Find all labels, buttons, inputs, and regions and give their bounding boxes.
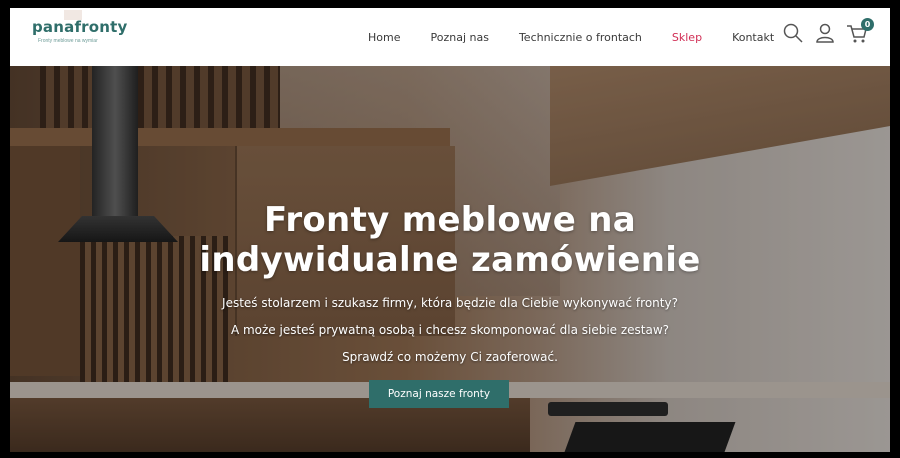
nav-item-home[interactable]: Home (368, 31, 400, 44)
hero-title-line-2: indywidualne zamówienie (199, 240, 701, 280)
logo-tagline: Fronty meblowe na wymiar (38, 38, 98, 44)
site-logo[interactable]: panafronty Fronty meblowe na wymiar (32, 10, 128, 44)
cart-count-badge: 0 (861, 18, 874, 31)
logo-mark (64, 10, 82, 20)
search-icon[interactable] (782, 22, 804, 44)
hero-description: Jesteś stolarzem i szukasz firmy, która … (10, 290, 890, 371)
hero-title-line-1: Fronty meblowe na (263, 200, 637, 240)
logo-text: panafronty (32, 18, 128, 36)
user-icon[interactable] (814, 22, 836, 44)
hero-text-line-1: Jesteś stolarzem i szukasz firmy, która … (222, 296, 678, 310)
hero-banner: Fronty meblowe na indywidualne zamówieni… (10, 66, 890, 452)
cart-icon[interactable]: 0 (846, 18, 874, 44)
discover-fronts-button[interactable]: Poznaj nasze fronty (369, 380, 509, 408)
header-icons: 0 (782, 18, 874, 44)
nav-item-shop[interactable]: Sklep (672, 31, 702, 44)
site-header: panafronty Fronty meblowe na wymiar Home… (10, 8, 890, 66)
nav-item-about[interactable]: Poznaj nas (430, 31, 488, 44)
nav-item-technical[interactable]: Technicznie o frontach (519, 31, 642, 44)
browser-viewport: panafronty Fronty meblowe na wymiar Home… (10, 8, 890, 452)
nav-item-contact[interactable]: Kontakt (732, 31, 774, 44)
hero-title: Fronty meblowe na indywidualne zamówieni… (10, 200, 890, 280)
main-nav: Home Poznaj nas Technicznie o frontach S… (368, 8, 804, 66)
hero-text-line-3: Sprawdź co możemy Ci zaoferować. (342, 350, 558, 364)
hero-text-line-2: A może jesteś prywatną osobą i chcesz sk… (230, 323, 670, 337)
